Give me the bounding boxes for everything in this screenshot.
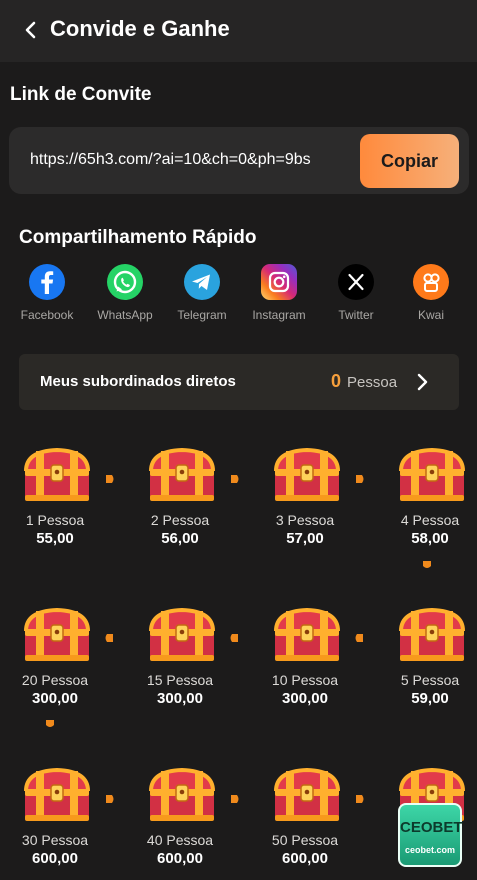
reward-amount: 55,00 xyxy=(36,530,74,547)
treasure-chest-icon[interactable] xyxy=(22,765,92,825)
reward-amount: 600,00 xyxy=(32,850,78,867)
reward-amount: 600,00 xyxy=(157,850,203,867)
share-label: WhatsApp xyxy=(97,308,153,322)
instagram-icon xyxy=(261,264,297,300)
reward-caption: 30 Pessoa xyxy=(21,832,89,848)
treasure-chest-icon[interactable] xyxy=(397,605,467,665)
treasure-chest-icon[interactable] xyxy=(147,765,217,825)
share-row: Facebook WhatsApp Telegram Instagram Twi… xyxy=(0,264,477,328)
reward-amount: 300,00 xyxy=(32,690,78,707)
treasure-chest-icon[interactable] xyxy=(272,445,342,505)
reward-caption: 40 Pessoa xyxy=(146,832,214,848)
chevron-right-icon xyxy=(417,373,428,391)
invite-link-title: Link de Convite xyxy=(10,84,152,105)
x-icon xyxy=(338,264,374,300)
share-facebook[interactable]: Facebook xyxy=(7,264,87,322)
ceobet-watermark-logo: CEOBET ceobet.com xyxy=(398,803,463,867)
share-label: Instagram xyxy=(252,308,306,322)
back-arrow-icon[interactable] xyxy=(20,19,42,41)
progress-arrow-icon xyxy=(103,631,115,643)
facebook-icon xyxy=(29,264,65,300)
treasure-chest-icon[interactable] xyxy=(397,445,467,505)
progress-arrow-icon xyxy=(44,717,56,729)
reward-caption: 4 Pessoa xyxy=(400,512,460,528)
invite-link-box: https://65h3.com/?ai=10&ch=0&ph=9bs Copi… xyxy=(9,127,469,194)
reward-amount: 59,00 xyxy=(411,690,449,707)
treasure-chest-icon[interactable] xyxy=(272,765,342,825)
treasure-chest-icon[interactable] xyxy=(147,605,217,665)
watermark-site: ceobet.com xyxy=(404,845,455,855)
invite-link-text[interactable]: https://65h3.com/?ai=10&ch=0&ph=9bs xyxy=(30,151,311,169)
progress-arrow-icon xyxy=(354,792,366,804)
whatsapp-icon xyxy=(107,264,143,300)
reward-caption: 1 Pessoa xyxy=(25,512,85,528)
reward-amount: 57,00 xyxy=(286,530,324,547)
reward-caption: 15 Pessoa xyxy=(146,672,214,688)
quick-share-title: Compartilhamento Rápido xyxy=(19,227,257,248)
progress-arrow-icon xyxy=(353,631,365,643)
reward-caption: 3 Pessoa xyxy=(275,512,335,528)
subordinates-count: 0 xyxy=(331,371,342,391)
progress-arrow-icon xyxy=(229,792,241,804)
reward-caption: 2 Pessoa xyxy=(150,512,210,528)
share-kwai[interactable]: Kwai xyxy=(391,264,471,322)
treasure-chest-icon[interactable] xyxy=(22,445,92,505)
progress-arrow-icon xyxy=(421,558,433,570)
reward-caption: 10 Pessoa xyxy=(271,672,339,688)
page-title: Convide e Ganhe xyxy=(50,16,230,41)
progress-arrow-icon xyxy=(104,792,116,804)
copy-button[interactable]: Copiar xyxy=(360,134,459,188)
share-label: Kwai xyxy=(417,308,444,322)
subordinates-unit: Pessoa xyxy=(347,374,398,391)
reward-amount: 300,00 xyxy=(282,690,328,707)
reward-amount: 600,00 xyxy=(282,850,328,867)
treasure-chest-icon[interactable] xyxy=(147,445,217,505)
reward-caption: 5 Pessoa xyxy=(400,672,460,688)
reward-amount: 56,00 xyxy=(161,530,199,547)
watermark-brand: CEOBET xyxy=(400,819,463,836)
share-label: Facebook xyxy=(20,308,74,322)
progress-arrow-icon xyxy=(104,472,116,484)
share-telegram[interactable]: Telegram xyxy=(162,264,242,322)
share-label: Telegram xyxy=(177,308,227,322)
header: Convide e Ganhe xyxy=(0,0,477,62)
reward-amount: 58,00 xyxy=(411,530,449,547)
progress-arrow-icon xyxy=(229,472,241,484)
telegram-icon xyxy=(184,264,220,300)
share-twitter[interactable]: Twitter xyxy=(316,264,396,322)
kwai-icon xyxy=(413,264,449,300)
reward-caption: 50 Pessoa xyxy=(271,832,339,848)
reward-amount: 300,00 xyxy=(157,690,203,707)
share-whatsapp[interactable]: WhatsApp xyxy=(85,264,165,322)
share-instagram[interactable]: Instagram xyxy=(239,264,319,322)
treasure-chest-icon[interactable] xyxy=(22,605,92,665)
progress-arrow-icon xyxy=(228,631,240,643)
treasure-chest-icon[interactable] xyxy=(272,605,342,665)
reward-caption: 20 Pessoa xyxy=(21,672,89,688)
progress-arrow-icon xyxy=(354,472,366,484)
subordinates-label: Meus subordinados diretos xyxy=(40,373,236,390)
direct-subordinates-row[interactable]: Meus subordinados diretos 0 Pessoa xyxy=(19,354,459,410)
share-label: Twitter xyxy=(338,308,374,322)
